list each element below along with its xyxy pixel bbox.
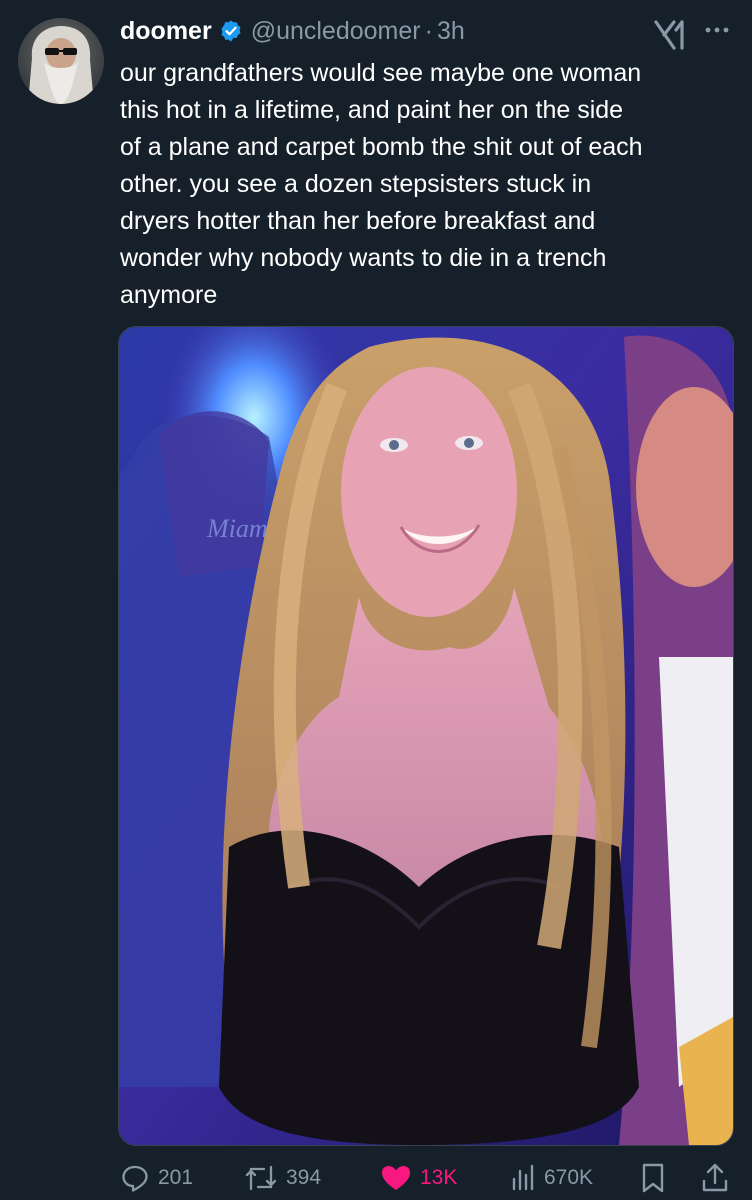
timestamp[interactable]: 3h bbox=[437, 17, 465, 46]
reply-icon bbox=[122, 1165, 148, 1192]
share-icon bbox=[702, 1163, 728, 1192]
views-button[interactable]: 670K bbox=[510, 1160, 593, 1196]
tweet-text: our grandfathers would see maybe one wom… bbox=[120, 59, 643, 309]
tweet-header: doomer @uncledoomer · 3h bbox=[120, 14, 465, 48]
verified-badge-icon bbox=[219, 19, 243, 43]
like-count: 13K bbox=[420, 1166, 458, 1189]
avatar-image bbox=[18, 18, 104, 104]
share-button[interactable] bbox=[700, 1160, 730, 1196]
bookmark-icon bbox=[642, 1163, 664, 1193]
reply-button[interactable]: 201 bbox=[120, 1160, 193, 1196]
views-icon bbox=[512, 1164, 534, 1191]
repost-icon bbox=[245, 1165, 277, 1191]
avatar[interactable] bbox=[18, 18, 104, 104]
grok-icon[interactable] bbox=[652, 18, 690, 52]
bookmark-button[interactable] bbox=[640, 1160, 666, 1196]
reply-count: 201 bbox=[158, 1166, 194, 1189]
separator-dot: · bbox=[424, 16, 433, 45]
views-count: 670K bbox=[544, 1166, 594, 1189]
action-bar: 201 394 13K 670K bbox=[0, 1160, 752, 1200]
repost-button[interactable]: 394 bbox=[244, 1160, 321, 1196]
tweet: doomer @uncledoomer · 3h our grandfather… bbox=[0, 0, 752, 1200]
display-name[interactable]: doomer bbox=[120, 17, 212, 46]
photo: Miami 22 bbox=[119, 327, 733, 1145]
tweet-media[interactable]: Miami 22 bbox=[118, 326, 734, 1146]
more-icon[interactable] bbox=[700, 18, 734, 42]
repost-count: 394 bbox=[286, 1166, 322, 1189]
handle[interactable]: @uncledoomer bbox=[251, 17, 421, 46]
heart-icon bbox=[382, 1166, 410, 1190]
like-button[interactable]: 13K bbox=[380, 1160, 457, 1196]
